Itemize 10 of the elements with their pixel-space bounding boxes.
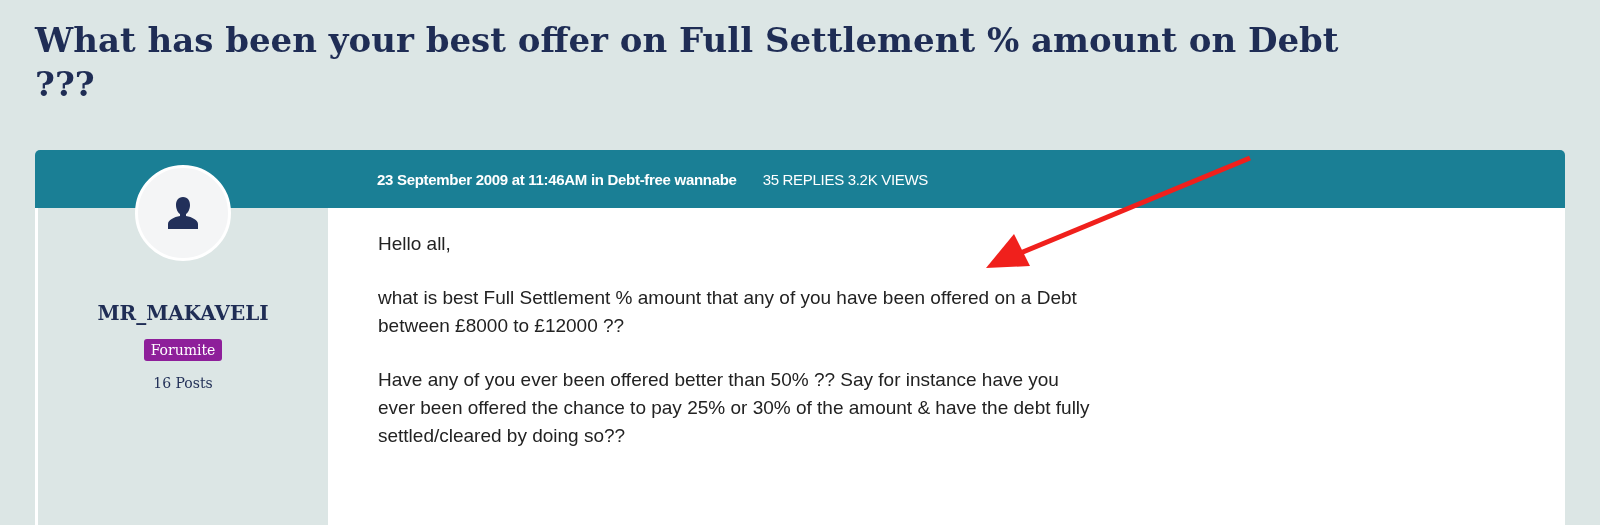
thread-title: What has been your best offer on Full Settlement % amount on Debt ??? <box>33 19 1340 106</box>
author-name[interactable]: MR_MAKAVELI <box>97 301 269 325</box>
post-stats: 35 REPLIES 3.2K VIEWS <box>762 170 929 188</box>
post-meta: 23 September 2009 at 11:46AM in Debt-free wannabe <box>377 170 737 188</box>
person-icon <box>165 195 201 231</box>
post-paragraph: Have any of you ever been offered better than 50% ?? Say for instance have you ever been offered the chance to pay 25% or 30% of the amount & have the debt fully settled/cleared by doing so?? <box>378 368 1091 448</box>
post-count: 16 Posts <box>153 375 213 391</box>
post-paragraph: what is best Full Settlement % amount that any of you have been offered on a Debt between £8000 to £12000 ?? <box>378 286 1078 338</box>
rank-badge: Forumite <box>143 339 223 361</box>
post-paragraph: Hello all, <box>378 232 452 256</box>
